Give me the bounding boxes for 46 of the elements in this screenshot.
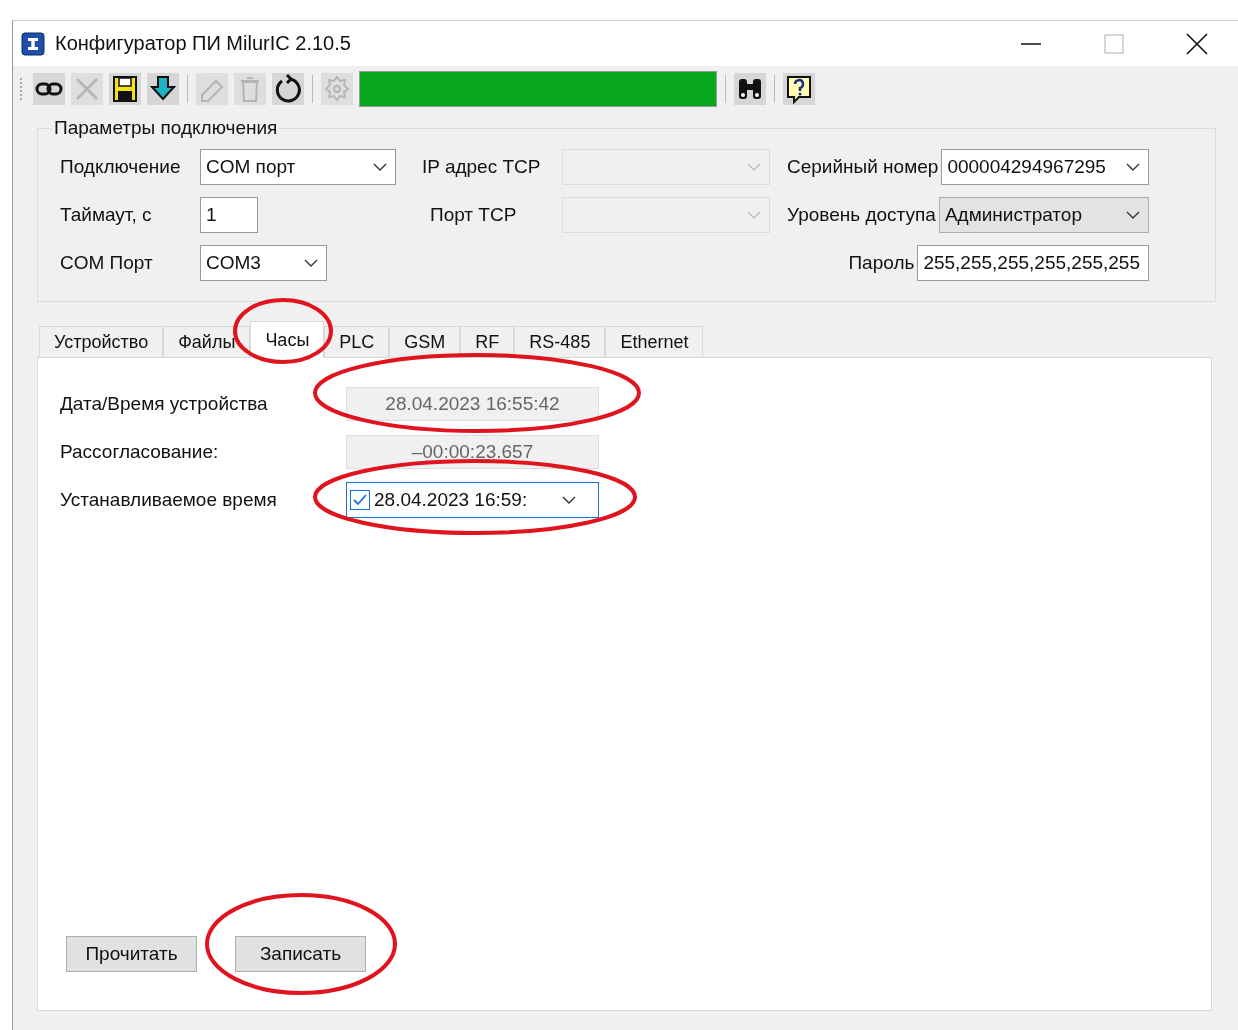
read-button[interactable]: Прочитать [66, 936, 197, 972]
write-button[interactable]: Записать [235, 936, 366, 972]
toolbar-grip[interactable] [19, 75, 23, 103]
text-field[interactable]: 1 [200, 197, 258, 233]
dropdown[interactable]: COM3 [200, 245, 327, 281]
checkbox[interactable] [350, 490, 370, 510]
dropdown[interactable]: 000004294967295 [941, 149, 1149, 185]
chevron-icon [304, 259, 318, 267]
field-label: Порт TCP [429, 204, 518, 226]
link-icon[interactable] [33, 73, 65, 105]
dropdown[interactable]: COM порт [200, 149, 396, 185]
app-icon [21, 31, 45, 56]
refresh-icon[interactable] [272, 73, 304, 105]
tab[interactable]: Ethernet [605, 326, 704, 357]
help-icon[interactable] [783, 73, 815, 105]
field-label: Пароль [847, 252, 916, 274]
field-label: Рассогласование: [60, 441, 220, 463]
readonly-field: –00:00:23.657 [346, 435, 599, 469]
field-label: Таймаут, с [60, 204, 153, 226]
binoculars-icon[interactable] [734, 73, 766, 105]
field-label: IP адрес TCP [422, 156, 542, 178]
readonly-field: 28.04.2023 16:55:42 [346, 387, 599, 421]
tab[interactable]: Файлы [163, 326, 251, 357]
chevron-icon [747, 163, 761, 171]
chevron-icon [1126, 163, 1140, 171]
chevron-icon [373, 163, 387, 171]
chevron-icon [1126, 211, 1140, 219]
field-label: Дата/Время устройства [60, 393, 269, 415]
field-label: Уровень доступа [787, 204, 937, 226]
tab[interactable]: Устройство [39, 326, 164, 357]
close-button[interactable] [1186, 32, 1208, 55]
field-label: COM Порт [60, 252, 154, 274]
tab[interactable]: Часы [250, 321, 325, 358]
window-title: Конфигуратор ПИ MilurIC 2.10.5 [55, 32, 351, 55]
text-field[interactable]: 255,255,255,255,255,255 [917, 245, 1149, 281]
tab[interactable]: GSM [389, 326, 461, 357]
field-label: Устанавливаемое время [60, 489, 278, 511]
date-time-picker[interactable]: 28.04.2023 16:59: [346, 482, 599, 518]
save-icon[interactable] [109, 73, 141, 105]
tab[interactable]: RS-485 [514, 326, 606, 357]
tab[interactable]: PLC [324, 326, 390, 357]
chevron-icon [562, 496, 576, 504]
download-icon[interactable] [147, 73, 179, 105]
field-label: Серийный номер [787, 156, 940, 178]
field-label: Подключение [60, 156, 182, 178]
chevron-icon [747, 211, 761, 219]
